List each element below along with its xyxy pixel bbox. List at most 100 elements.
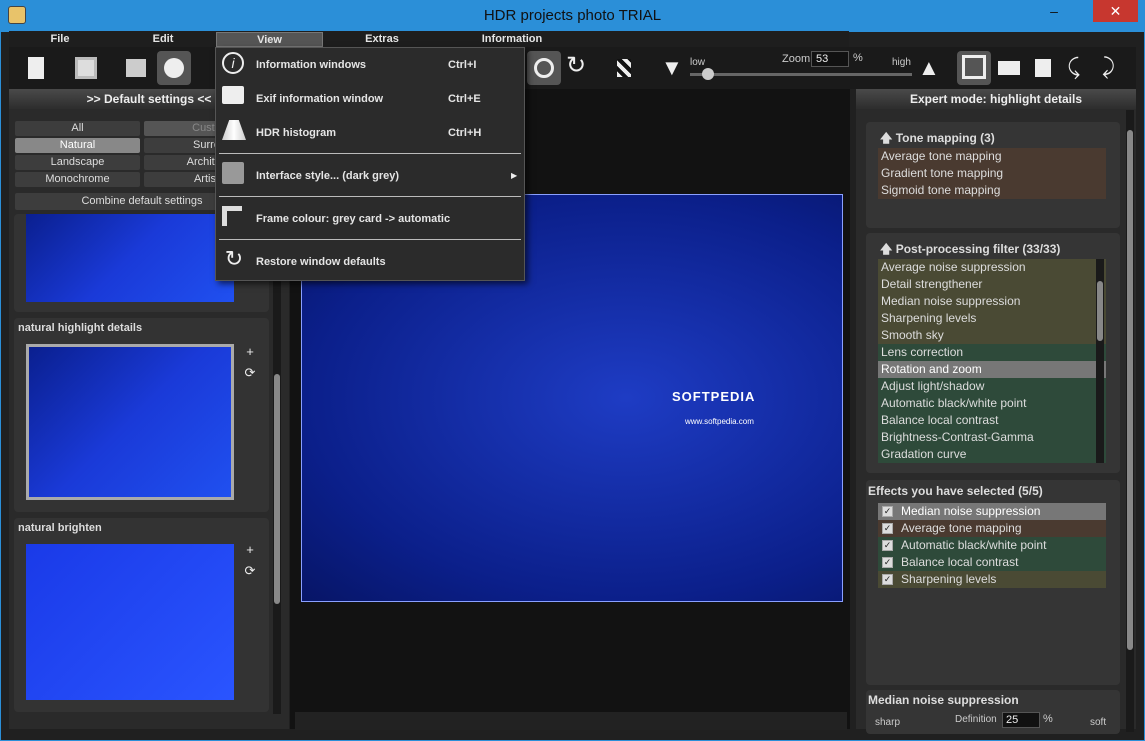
crop-button[interactable] (957, 51, 991, 85)
preset-thumbnail[interactable] (26, 344, 234, 500)
menu-item-hdr-histogram[interactable]: HDR histogram (256, 127, 336, 139)
selected-effect-label: Average tone mapping (901, 521, 1022, 535)
fit-width-button[interactable] (992, 51, 1026, 85)
tone-item[interactable]: Gradient tone mapping (878, 165, 1106, 182)
info-icon: i (222, 52, 244, 74)
filter-item[interactable]: Sharpening levels (878, 310, 1106, 327)
tone-mapping-title: Tone mapping (3) (895, 131, 995, 145)
menu-extras[interactable]: Extras (362, 32, 402, 47)
menu-item-restore-defaults[interactable]: Restore window defaults (256, 256, 386, 268)
reload-icon[interactable]: ⟳ (243, 564, 257, 578)
filter-scrollbar[interactable] (1096, 259, 1104, 463)
zoom-out-button[interactable]: ▼ (655, 51, 689, 85)
rotate-right-button[interactable]: ↻ (562, 51, 596, 85)
reload-icon[interactable]: ⟳ (243, 366, 257, 380)
filter-all[interactable]: All (15, 121, 140, 136)
filter-item[interactable]: Rotation and zoom (878, 361, 1106, 378)
menu-separator (219, 153, 521, 154)
batch-settings-button[interactable] (120, 51, 154, 85)
left-scrollbar[interactable] (273, 214, 281, 714)
flip-left-button[interactable]: ⤹ (1062, 51, 1096, 85)
selected-effect-item[interactable]: ✓ Sharpening levels (878, 571, 1106, 588)
menu-edit[interactable]: Edit (148, 32, 178, 47)
view-dropdown-menu (215, 47, 525, 281)
watermark-url: www.softpedia.com (685, 417, 754, 426)
zoom-slider-handle[interactable] (702, 68, 714, 80)
median-settings-box: Median noise suppression (866, 690, 1120, 734)
preset-thumbnail[interactable] (26, 214, 234, 302)
menu-view[interactable]: View (216, 32, 323, 47)
menu-information[interactable]: Information (478, 32, 546, 47)
filter-item[interactable]: Average noise suppression (878, 259, 1106, 276)
definition-input[interactable]: 25 (1002, 712, 1040, 728)
selected-effect-label: Sharpening levels (901, 572, 997, 586)
filter-natural[interactable]: Natural (15, 138, 140, 153)
zoom-slider-track[interactable] (690, 73, 912, 76)
definition-label: Definition (955, 714, 997, 725)
add-button[interactable]: + (243, 345, 257, 359)
filter-item[interactable]: Balance local contrast (878, 412, 1106, 429)
filter-item[interactable]: Lens correction (878, 344, 1106, 361)
filter-item[interactable]: Smooth sky (878, 327, 1106, 344)
filter-item[interactable]: Automatic black/white point (878, 395, 1106, 412)
right-scrollbar[interactable] (1126, 110, 1134, 732)
preset-card[interactable]: natural highlight details + ⟳ (14, 318, 269, 512)
filter-item[interactable]: Brightness-Contrast-Gamma (878, 429, 1106, 446)
restore-icon: ↻ (224, 246, 244, 271)
preset-thumbnail[interactable] (26, 544, 234, 700)
check-icon[interactable]: ✓ (882, 523, 893, 535)
menu-item-frame-colour[interactable]: Frame colour: grey card -> automatic (256, 213, 450, 225)
menu-separator (219, 239, 521, 240)
selected-effect-item[interactable]: ✓ Median noise suppression (878, 503, 1106, 520)
submenu-arrow-icon: ▶ (511, 171, 518, 180)
tone-item[interactable]: Sigmoid tone mapping (878, 182, 1106, 199)
canvas-statusbar (295, 712, 847, 730)
up-arrow-icon[interactable]: 🡅 (880, 242, 892, 256)
minimize-button[interactable]: – (1040, 0, 1068, 22)
menu-item-information-windows[interactable]: Information windows (256, 59, 366, 71)
filter-item[interactable]: Gradation curve (878, 446, 1106, 463)
zoom-label: Zoom (782, 53, 811, 65)
palette-button[interactable] (157, 51, 191, 85)
save-button[interactable] (70, 51, 104, 85)
zoom-low-label: low (690, 57, 706, 68)
menu-file[interactable]: File (45, 32, 75, 47)
selected-effect-item[interactable]: ✓ Automatic black/white point (878, 537, 1106, 554)
zoom-unit: % (853, 52, 863, 64)
tone-item[interactable]: Average tone mapping (878, 148, 1106, 165)
selected-effect-item[interactable]: ✓ Balance local contrast (878, 554, 1106, 571)
shortcut-text: Ctrl+H (448, 127, 482, 139)
flip-right-button[interactable]: ⤸ (1097, 51, 1131, 85)
watermark-text: SOFTPEDIA (672, 389, 756, 404)
zoom-high-label: high (892, 57, 911, 68)
add-button[interactable]: + (243, 543, 257, 557)
rotate-left-button[interactable] (527, 51, 561, 85)
filter-item[interactable]: Median noise suppression (878, 293, 1106, 310)
fit-height-button[interactable] (1027, 51, 1061, 85)
zoom-in-button[interactable]: ▲ (912, 51, 946, 85)
expert-mode-header[interactable]: Expert mode: highlight details (856, 89, 1136, 109)
check-icon[interactable]: ✓ (882, 540, 893, 552)
up-arrow-icon[interactable]: 🡅 (880, 131, 892, 145)
check-icon[interactable]: ✓ (882, 557, 893, 569)
selected-effects-title: Effects you have selected (5/5) (868, 484, 1043, 498)
selected-effect-label: Automatic black/white point (901, 538, 1047, 552)
check-icon[interactable]: ✓ (882, 574, 893, 586)
title-bar: HDR projects photo TRIAL – ✕ (0, 0, 1145, 31)
zoom-input[interactable]: 53 (811, 51, 849, 67)
close-button[interactable]: ✕ (1093, 0, 1138, 22)
preset-card[interactable]: natural brighten + ⟳ (14, 518, 269, 712)
menu-item-interface-style[interactable]: Interface style... (dark grey) (256, 170, 399, 182)
filter-landscape[interactable]: Landscape (15, 155, 140, 170)
filter-item[interactable]: Detail strengthener (878, 276, 1106, 293)
check-icon[interactable]: ✓ (882, 506, 893, 518)
menu-bar (9, 31, 849, 47)
menu-item-exif-information[interactable]: Exif information window (256, 93, 383, 105)
checker-button[interactable] (607, 51, 641, 85)
filter-monochrome[interactable]: Monochrome (15, 172, 140, 187)
new-document-button[interactable] (20, 51, 54, 85)
preset-label: natural highlight details (18, 322, 143, 334)
selected-effect-item[interactable]: ✓ Average tone mapping (878, 520, 1106, 537)
filter-item[interactable]: Adjust light/shadow (878, 378, 1106, 395)
shortcut-text: Ctrl+I (448, 59, 477, 71)
